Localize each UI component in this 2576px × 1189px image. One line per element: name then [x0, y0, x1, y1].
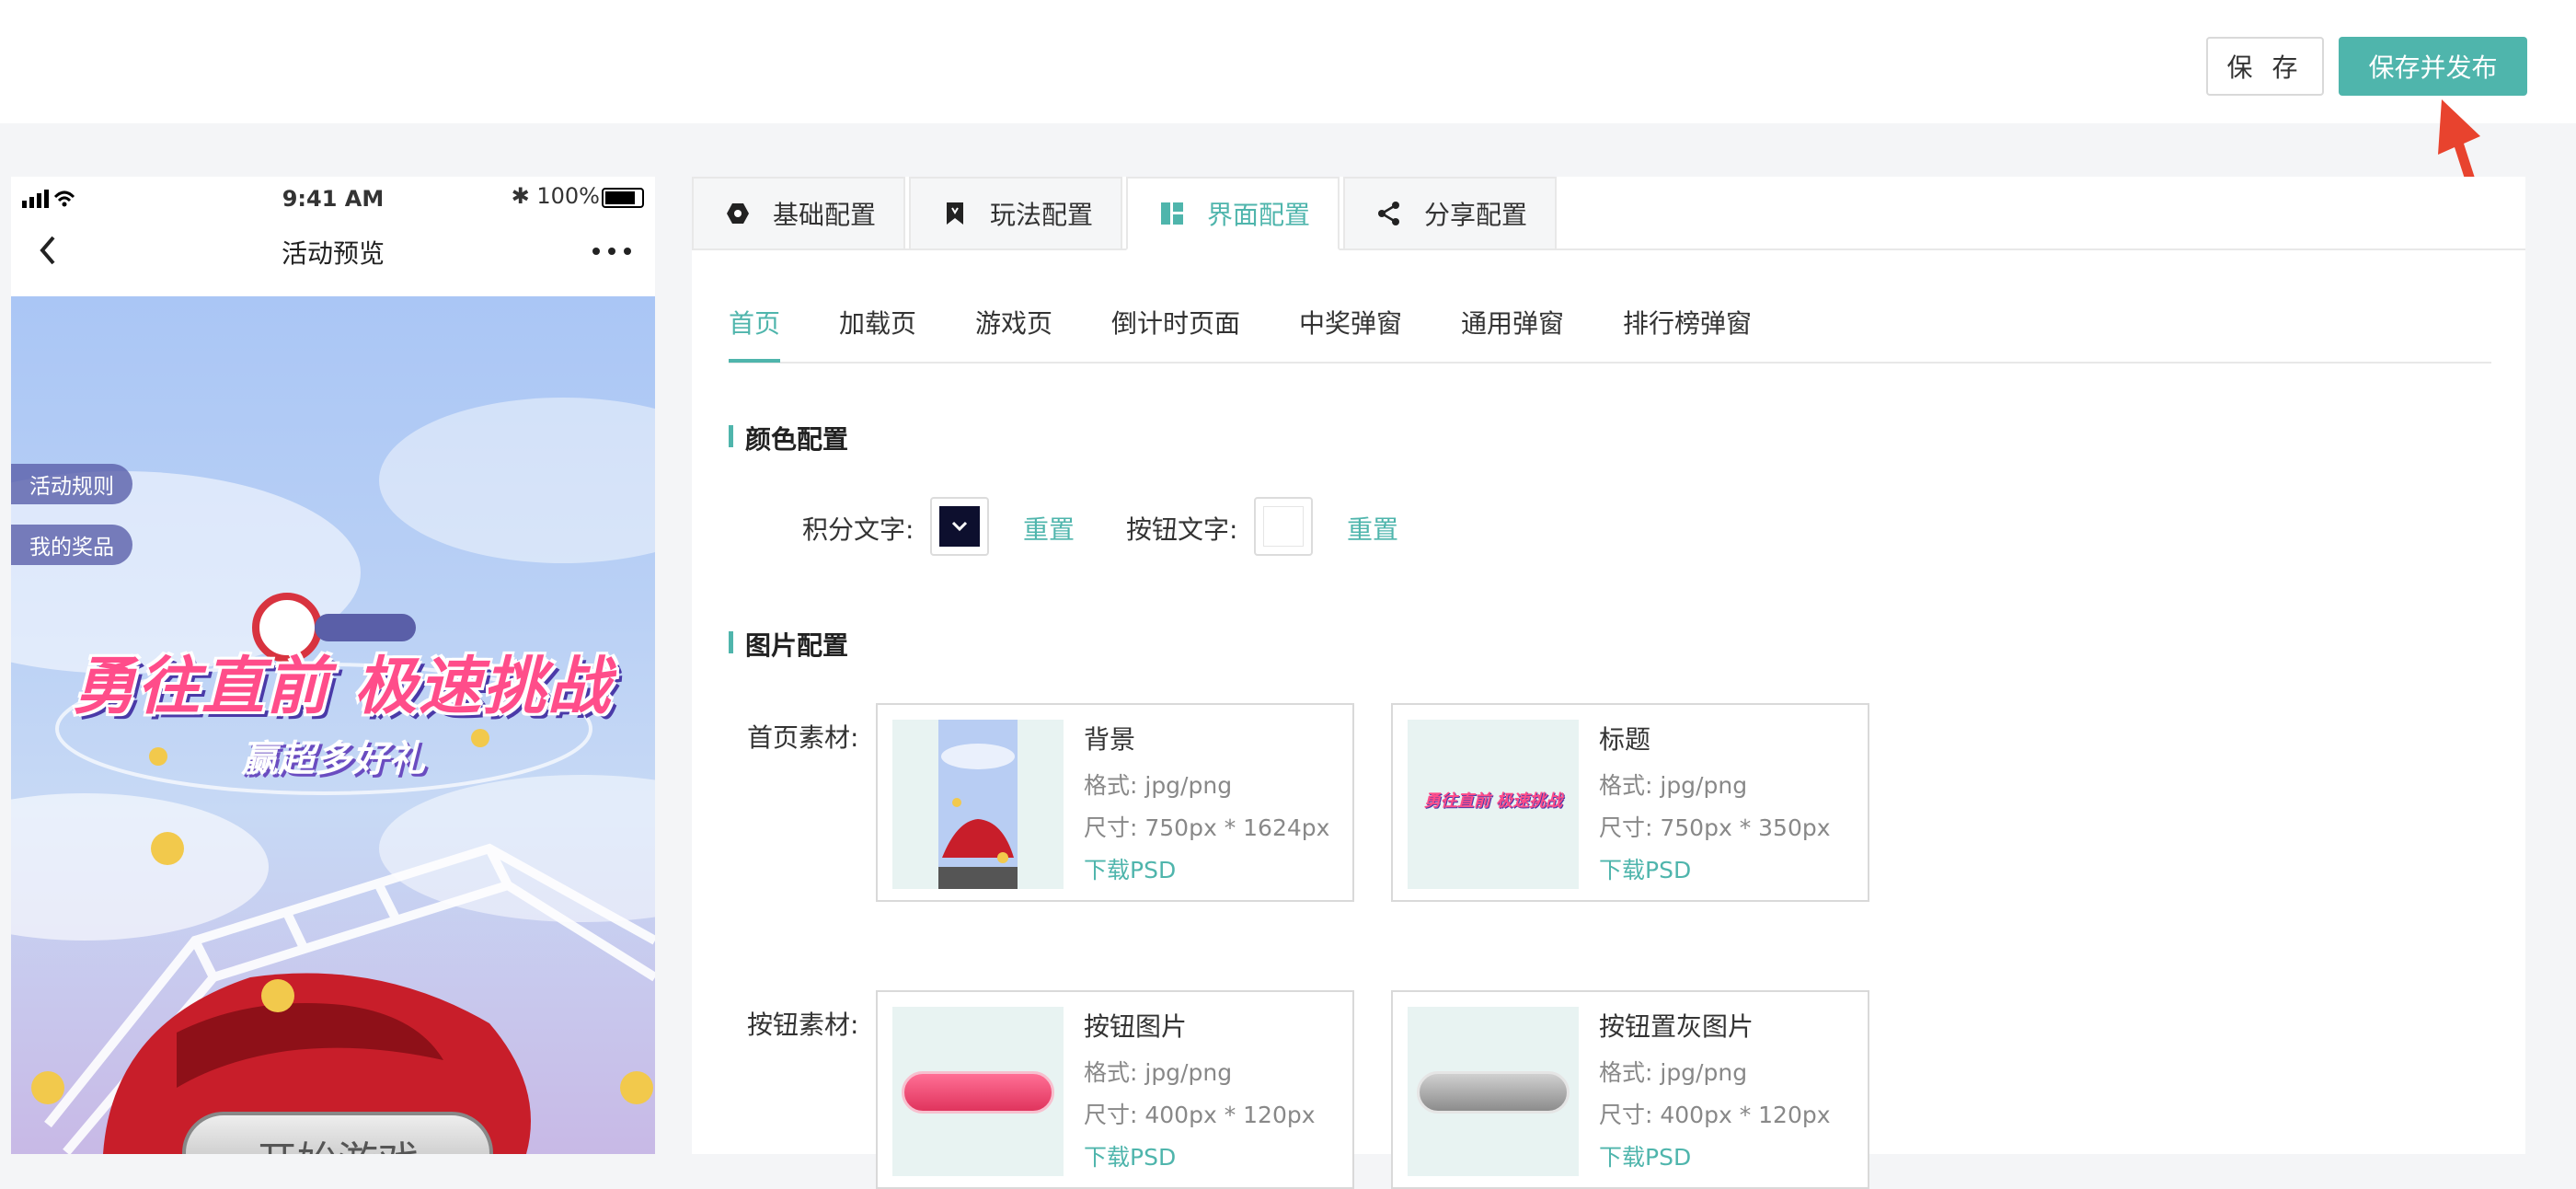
phone-preview: 9:41 AM ✱ 100% 活动预览 活动规则 我的奖品 勇往直前 极速挑战 … — [11, 177, 655, 1154]
image-section-title: 图片配置 — [729, 626, 848, 663]
game-preview: 活动规则 我的奖品 勇往直前 极速挑战 赢超多好礼 开始游戏 — [11, 296, 655, 1154]
subtab-loading[interactable]: 加载页 — [839, 304, 916, 341]
more-icon[interactable] — [589, 237, 635, 265]
points-text-label: 积分文字: — [802, 514, 914, 545]
phone-nav-title: 活动预览 — [281, 238, 385, 269]
points-color-picker[interactable] — [930, 497, 989, 556]
save-and-publish-button[interactable]: 保存并发布 — [2339, 37, 2527, 96]
subtab-general-popup[interactable]: 通用弹窗 — [1461, 304, 1564, 341]
color-section-title: 颜色配置 — [729, 420, 848, 456]
points-color-reset-link[interactable]: 重置 — [1023, 510, 1075, 547]
hexagon-icon — [727, 203, 749, 224]
download-psd-link[interactable]: 下载PSD — [1084, 852, 1176, 885]
card-format: 格式: jpg/png — [1084, 772, 1233, 799]
share-icon — [1378, 202, 1399, 225]
card-name: 按钮置灰图片 — [1599, 1011, 1754, 1042]
subtab-home[interactable]: 首页 — [729, 304, 780, 341]
button-text-label: 按钮文字: — [1126, 514, 1238, 545]
asset-card-button[interactable]: 按钮图片 格式: jpg/png 尺寸: 400px * 120px 下载PSD — [876, 990, 1354, 1189]
title-thumb-text: 勇往直前 极速挑战 — [1423, 791, 1563, 811]
card-name: 标题 — [1599, 724, 1651, 755]
game-subhead: 赢超多好礼 — [241, 738, 425, 780]
subtab-leaderboard-popup[interactable]: 排行榜弹窗 — [1623, 304, 1752, 341]
download-psd-link[interactable]: 下载PSD — [1084, 1139, 1176, 1172]
bluetooth-icon: ✱ — [511, 183, 530, 209]
asset-card-title[interactable]: 勇往直前 极速挑战 标题 格式: jpg/png 尺寸: 750px * 350… — [1391, 703, 1869, 902]
asset-card-background[interactable]: 背景 格式: jpg/png 尺寸: 750px * 1624px 下载PSD — [876, 703, 1354, 902]
card-format: 格式: jpg/png — [1599, 1059, 1748, 1086]
button-thumbnail — [892, 1007, 1064, 1176]
card-size: 尺寸: 750px * 1624px — [1084, 814, 1330, 841]
battery-percent: ✱ 100% — [512, 183, 600, 209]
tab-share-config[interactable]: 分享配置 — [1343, 177, 1557, 250]
button-assets-label: 按钮素材: — [747, 1010, 859, 1040]
tab-ui-config[interactable]: 界面配置 — [1126, 177, 1340, 250]
button-color-picker[interactable] — [1254, 497, 1313, 556]
card-size: 尺寸: 400px * 120px — [1084, 1102, 1316, 1128]
tab-basic-config[interactable]: 基础配置 — [692, 177, 905, 250]
card-name: 背景 — [1084, 724, 1136, 755]
tab-gameplay-config[interactable]: 玩法配置 — [909, 177, 1122, 250]
chevron-down-icon — [951, 521, 968, 532]
phone-navbar: 活动预览 — [11, 217, 655, 289]
game-headline: 勇往直前 极速挑战 — [73, 651, 612, 723]
tab-label: 基础配置 — [773, 200, 877, 230]
battery-value: 100% — [536, 183, 600, 209]
tab-label: 分享配置 — [1424, 200, 1528, 230]
background-thumb-art — [938, 720, 1018, 889]
button-color-reset-link[interactable]: 重置 — [1347, 510, 1398, 547]
card-name: 按钮图片 — [1084, 1011, 1188, 1042]
top-bar — [0, 0, 2576, 123]
battery-icon — [602, 188, 644, 208]
subtabs-divider — [729, 362, 2491, 364]
background-thumbnail — [892, 720, 1064, 889]
download-psd-link[interactable]: 下载PSD — [1599, 1139, 1691, 1172]
subtab-game[interactable]: 游戏页 — [975, 304, 1052, 341]
my-prizes-button[interactable]: 我的奖品 — [11, 525, 132, 565]
config-tabs: 基础配置 玩法配置 界面配置 分享配置 — [692, 177, 2525, 250]
gray-button-preview — [1417, 1071, 1570, 1114]
status-bar: 9:41 AM ✱ 100% — [11, 177, 655, 217]
subtab-win-popup[interactable]: 中奖弹窗 — [1299, 304, 1402, 341]
download-psd-link[interactable]: 下载PSD — [1599, 852, 1691, 885]
bookmark-icon — [947, 202, 963, 225]
home-assets-label: 首页素材: — [747, 722, 859, 753]
start-game-button[interactable]: 开始游戏 — [182, 1112, 493, 1154]
card-size: 尺寸: 400px * 120px — [1599, 1102, 1831, 1128]
activity-rules-button[interactable]: 活动规则 — [11, 464, 132, 504]
card-format: 格式: jpg/png — [1084, 1059, 1233, 1086]
pink-button-preview — [902, 1071, 1054, 1114]
button-color-swatch — [1263, 506, 1304, 547]
button-disabled-thumbnail — [1408, 1007, 1579, 1176]
tab-label: 玩法配置 — [990, 200, 1094, 230]
layout-icon — [1161, 202, 1183, 225]
asset-card-button-disabled[interactable]: 按钮置灰图片 格式: jpg/png 尺寸: 400px * 120px 下载P… — [1391, 990, 1869, 1189]
points-color-swatch — [939, 506, 980, 547]
card-format: 格式: jpg/png — [1599, 772, 1748, 799]
save-button[interactable]: 保 存 — [2206, 37, 2324, 96]
subtab-countdown[interactable]: 倒计时页面 — [1111, 304, 1240, 341]
card-size: 尺寸: 750px * 350px — [1599, 814, 1831, 841]
tab-label: 界面配置 — [1207, 200, 1311, 230]
subtab-active-indicator — [729, 359, 780, 363]
title-thumbnail: 勇往直前 极速挑战 — [1408, 720, 1579, 889]
